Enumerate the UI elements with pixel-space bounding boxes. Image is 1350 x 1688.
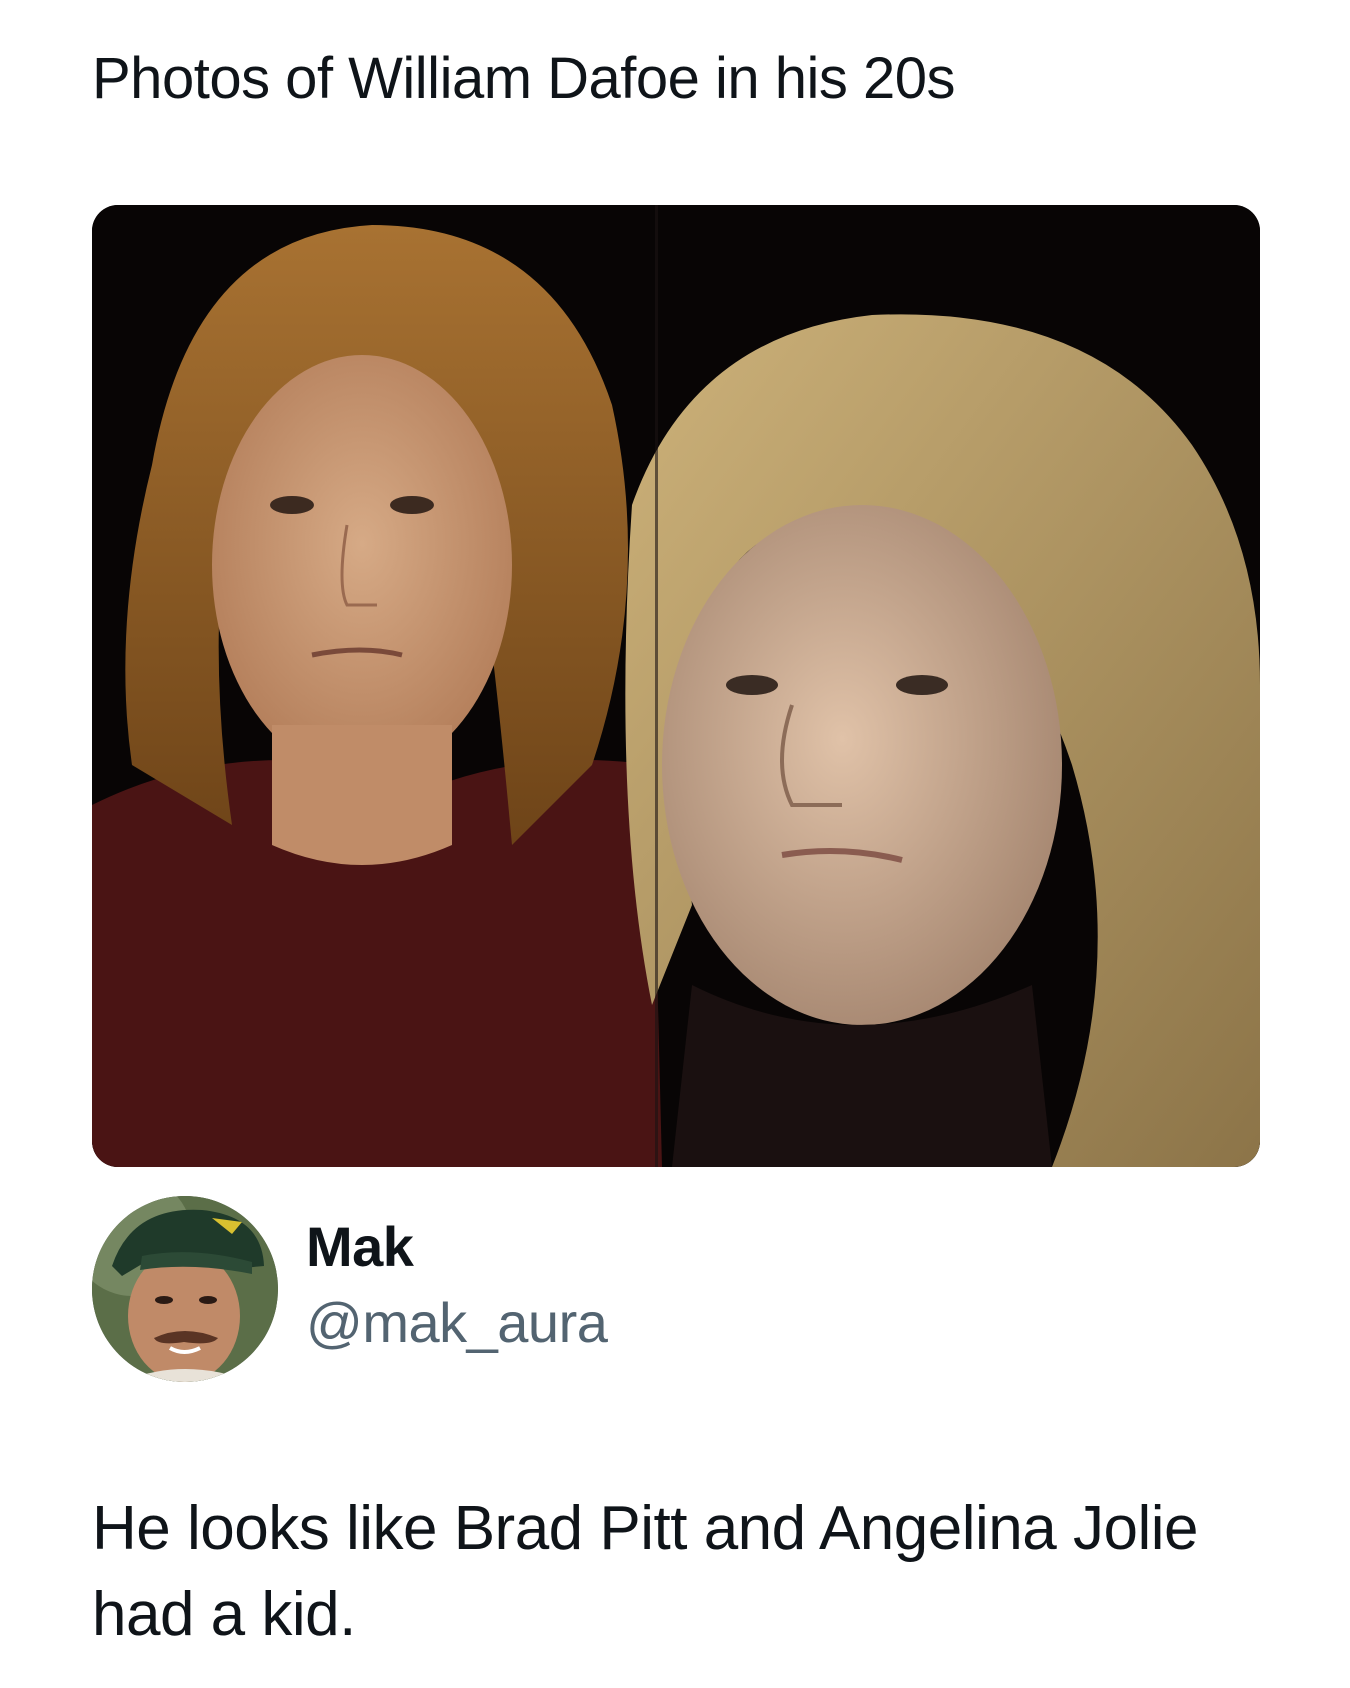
reply-author[interactable]: Mak @mak_aura: [92, 1196, 992, 1382]
display-name[interactable]: Mak: [306, 1216, 607, 1278]
avatar[interactable]: [92, 1196, 278, 1382]
post-media-image[interactable]: [92, 205, 1260, 1167]
photo-collage-icon: [92, 205, 1260, 1167]
quoted-post-text: Photos of William Dafoe in his 20s: [92, 46, 956, 111]
username-handle[interactable]: @mak_aura: [306, 1291, 608, 1354]
reply-text: He looks like Brad Pitt and Angelina Jol…: [92, 1494, 1199, 1649]
profile-photo-icon: [92, 1196, 278, 1382]
